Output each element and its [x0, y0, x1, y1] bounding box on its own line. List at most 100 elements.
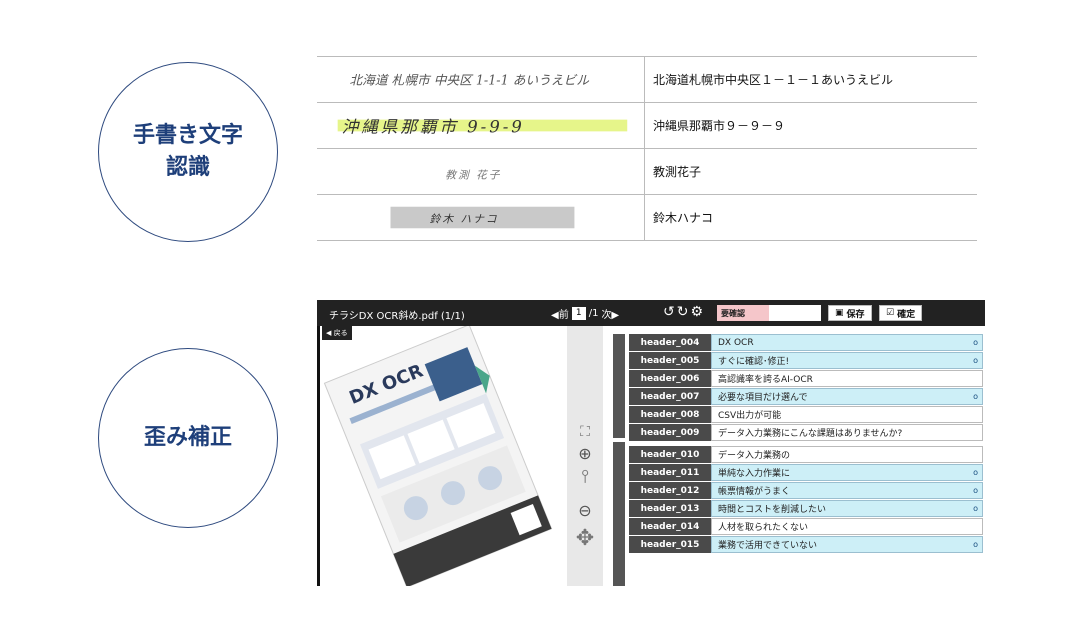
gear-icon[interactable]: ⚙	[690, 304, 703, 320]
handwriting-image-cell: 北海道 札幌市 中央区 1-1-1 あいうえビル	[317, 57, 645, 102]
group-bar	[613, 442, 625, 586]
table-row: 沖縄県那覇市 9-9-9 沖縄県那覇市９－９－９	[317, 103, 977, 149]
recognized-text: 教測花子	[653, 165, 702, 179]
field-row: header_010 データ入力業務の	[629, 446, 983, 463]
field-value-input[interactable]: 必要な項目だけ選んで o	[711, 388, 983, 405]
field-row: header_011 単純な入力作業に o	[629, 464, 983, 481]
feature-label-line: 歪み補正	[143, 425, 232, 451]
status-badge: 要確認	[717, 305, 769, 321]
field-row: header_004 DX OCR o	[629, 334, 983, 351]
field-value-text: CSV出力が可能	[718, 411, 782, 421]
confirm-button-label: 確定	[897, 309, 916, 320]
field-row: header_008 CSV出力が可能	[629, 406, 983, 423]
zoom-slider[interactable]: ⫯	[567, 466, 603, 487]
ocr-viewer: チラシDX OCR斜め.pdf (1/1) ◀前 1 /1 次▶ ↺ ↻ ⚙ 要…	[317, 300, 985, 586]
field-value-input[interactable]: 人材を取られたくない	[711, 518, 983, 535]
file-name: チラシDX OCR斜め.pdf (1/1)	[329, 311, 465, 322]
field-key: header_011	[629, 464, 711, 481]
feature-label-line: 手書き文字	[132, 123, 243, 149]
group-bar	[613, 334, 625, 438]
field-value-input[interactable]: 帳票情報がうまく o	[711, 482, 983, 499]
feature-label-deskew: 歪み補正	[98, 348, 278, 528]
table-row: 北海道 札幌市 中央区 1-1-1 あいうえビル 北海道札幌市中央区１－１－１あ…	[317, 57, 977, 103]
field-value-input[interactable]: CSV出力が可能	[711, 406, 983, 423]
field-row: header_014 人材を取られたくない	[629, 518, 983, 535]
save-button-label: 保存	[846, 309, 865, 320]
field-key: header_008	[629, 406, 711, 423]
field-key: header_007	[629, 388, 711, 405]
field-value-text: 単純な入力作業に	[718, 469, 791, 479]
field-row: header_015 業務で活用できていない o	[629, 536, 983, 553]
document-preview-pane: ◀ 戻る DX OCR	[317, 326, 565, 586]
rotate-right-icon[interactable]: ↻	[677, 304, 689, 320]
feature-label-line: 認識	[165, 155, 210, 180]
field-value-text: データ入力業務の	[718, 451, 791, 461]
recognized-text: 沖縄県那覇市９－９－９	[653, 119, 786, 133]
recognized-text: 北海道札幌市中央区１－１－１あいうえビル	[653, 73, 894, 87]
field-value-text: 必要な項目だけ選んで	[718, 393, 808, 403]
page-total: /1	[588, 308, 599, 319]
field-row: header_009 データ入力業務にこんな課題はありませんか?	[629, 424, 983, 441]
table-row: 鈴木 ハナコ 鈴木ハナコ	[317, 195, 977, 241]
zoom-controls: ⛶ ⊕ ⫯ ⊖ ✥	[567, 326, 603, 586]
rotate-left-icon[interactable]: ↺	[663, 304, 675, 320]
field-key: header_009	[629, 424, 711, 441]
floppy-icon: ▣	[835, 308, 844, 318]
field-key: header_015	[629, 536, 711, 553]
field-value-input[interactable]: DX OCR o	[711, 334, 983, 351]
fit-screen-icon[interactable]: ⛶	[567, 424, 603, 440]
field-value-input[interactable]: 業務で活用できていない o	[711, 536, 983, 553]
table-row: 教測 花子 教測花子	[317, 149, 977, 195]
status-dot-icon: o	[973, 540, 978, 549]
handwriting-image-cell: 鈴木 ハナコ	[317, 195, 645, 240]
field-value-input[interactable]: 単純な入力作業に o	[711, 464, 983, 481]
field-row: header_005 すぐに確認･修正! o	[629, 352, 983, 369]
handwriting-image-cell: 沖縄県那覇市 9-9-9	[317, 103, 645, 148]
prev-page-button[interactable]: ◀前	[551, 306, 569, 321]
viewer-toolbar: チラシDX OCR斜め.pdf (1/1) ◀前 1 /1 次▶ ↺ ↻ ⚙ 要…	[317, 300, 985, 326]
handwriting-text: 北海道 札幌市 中央区 1-1-1 あいうえビル	[349, 72, 589, 87]
field-value-input[interactable]: すぐに確認･修正! o	[711, 352, 983, 369]
field-key: header_005	[629, 352, 711, 369]
feature-label-handwriting: 手書き文字 認識	[98, 62, 278, 242]
field-row: header_007 必要な項目だけ選んで o	[629, 388, 983, 405]
zoom-in-icon[interactable]: ⊕	[567, 444, 603, 463]
zoom-out-icon[interactable]: ⊖	[567, 501, 603, 520]
save-button[interactable]: ▣ 保存	[828, 305, 872, 321]
handwriting-text: 教測 花子	[445, 168, 501, 181]
field-value-input[interactable]: データ入力業務の	[711, 446, 983, 463]
field-list: header_004 DX OCR o header_005 すぐに確認･修正! o hea…	[613, 334, 985, 586]
field-row: header_013 時間とコストを削減したい o	[629, 500, 983, 517]
field-value-text: DX OCR	[718, 337, 754, 348]
pan-arrows-icon[interactable]: ✥	[567, 526, 603, 551]
status-dot-icon: o	[973, 486, 978, 495]
next-page-button[interactable]: 次▶	[601, 306, 619, 321]
recognized-text: 鈴木ハナコ	[653, 211, 714, 225]
field-key: header_014	[629, 518, 711, 535]
field-key: header_004	[629, 334, 711, 351]
confirm-status-field[interactable]: 要確認	[717, 305, 821, 321]
check-icon: ☑	[886, 308, 895, 318]
field-value-text: データ入力業務にこんな課題はありませんか?	[718, 429, 903, 439]
status-dot-icon: o	[973, 468, 978, 477]
field-row: header_012 帳票情報がうまく o	[629, 482, 983, 499]
page-number-input[interactable]: 1	[571, 307, 586, 320]
handwriting-table: 北海道 札幌市 中央区 1-1-1 あいうえビル 北海道札幌市中央区１－１－１あ…	[317, 56, 977, 241]
field-value-text: 帳票情報がうまく	[718, 487, 791, 497]
field-value-input[interactable]: データ入力業務にこんな課題はありませんか?	[711, 424, 983, 441]
field-value-text: 業務で活用できていない	[718, 541, 818, 551]
field-key: header_013	[629, 500, 711, 517]
field-value-text: 人材を取られたくない	[718, 523, 809, 533]
field-key: header_010	[629, 446, 711, 463]
field-value-input[interactable]: 高認識率を誇るAI-OCR	[711, 370, 983, 387]
confirm-button[interactable]: ☑ 確定	[879, 305, 923, 321]
field-key: header_006	[629, 370, 711, 387]
rotate-tools: ↺ ↻ ⚙	[663, 304, 703, 320]
handwriting-text: 沖縄県那覇市 9-9-9	[342, 117, 525, 136]
handwriting-image-cell: 教測 花子	[317, 149, 645, 194]
handwriting-image: 北海道 札幌市 中央区 1-1-1 あいうえビル	[349, 72, 589, 87]
status-dot-icon: o	[973, 504, 978, 513]
handwriting-image: 鈴木 ハナコ	[390, 206, 575, 229]
status-dot-icon: o	[973, 338, 978, 347]
field-value-input[interactable]: 時間とコストを削減したい o	[711, 500, 983, 517]
